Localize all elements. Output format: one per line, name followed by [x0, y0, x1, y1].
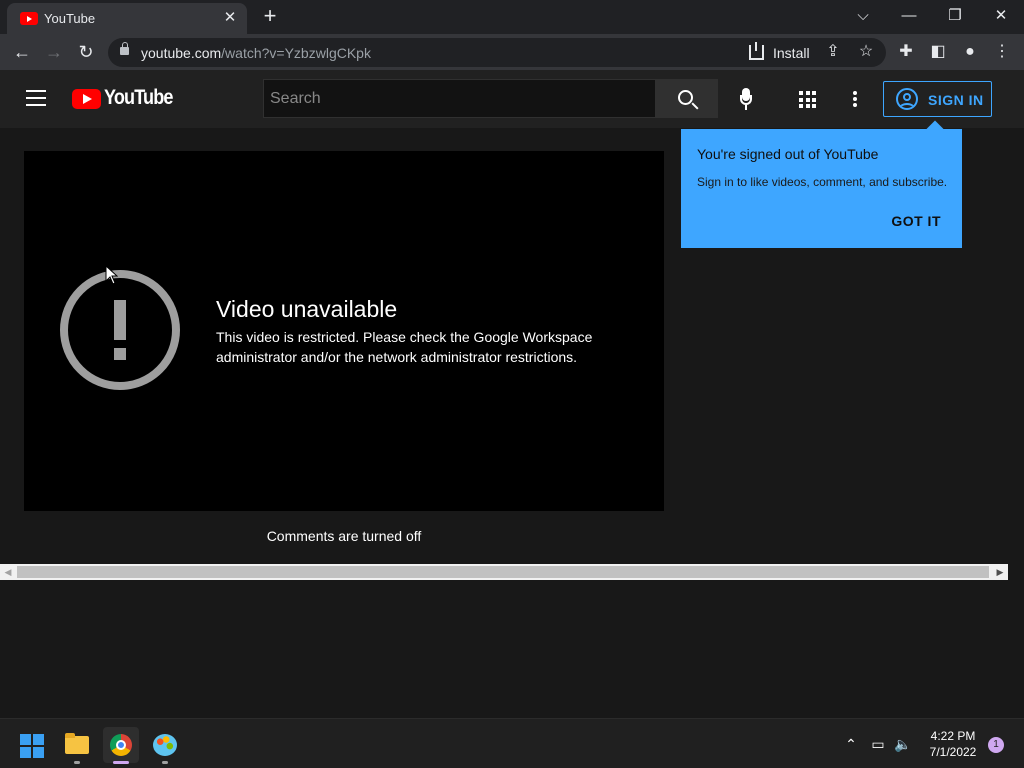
scroll-right-arrow-icon[interactable]: ▶ [992, 564, 1008, 580]
guide-menu-icon[interactable] [26, 90, 46, 106]
scrollbar-thumb[interactable] [17, 566, 989, 578]
reload-icon[interactable]: ↻ [72, 38, 100, 66]
profile-icon[interactable]: ● [958, 40, 982, 64]
youtube-logo-text[interactable]: YouTube [104, 86, 173, 110]
search-field[interactable] [263, 79, 656, 118]
masthead: YouTube SIGN IN [0, 70, 1024, 128]
got-it-button[interactable]: GOT IT [891, 213, 941, 229]
sign-in-label: SIGN IN [928, 92, 984, 108]
lock-icon[interactable] [120, 42, 129, 55]
show-hidden-icons-chevron-icon[interactable]: ⌃ [842, 736, 860, 752]
network-icon[interactable]: ▭ [869, 736, 887, 752]
forward-arrow-icon[interactable]: → [40, 38, 68, 66]
close-window-button[interactable]: ✕ [986, 4, 1016, 28]
search-button[interactable] [655, 79, 718, 118]
back-arrow-icon[interactable]: ← [8, 38, 36, 66]
tab-search-dropdown-icon[interactable]: ⌵ [848, 4, 878, 28]
settings-more-icon[interactable] [853, 91, 857, 107]
exclamation-alert-icon [60, 270, 180, 390]
account-circle-icon [896, 88, 918, 110]
tab-strip: YouTube ✕ + ⌵ — ❐ ✕ [0, 0, 1024, 34]
youtube-logo-icon[interactable] [72, 89, 101, 109]
new-tab-button[interactable]: + [259, 5, 281, 27]
file-explorer-icon[interactable] [59, 727, 95, 764]
error-title: Video unavailable [216, 296, 398, 322]
url-host: youtube.com [141, 45, 222, 61]
youtube-favicon-icon [20, 12, 38, 25]
volume-icon[interactable]: 🔈 [894, 736, 912, 752]
share-icon[interactable]: ⇪ [822, 41, 844, 63]
comments-status: Comments are turned off [266, 528, 422, 544]
side-panel-icon[interactable]: ◧ [926, 40, 950, 64]
paint-icon[interactable] [147, 727, 183, 764]
video-player[interactable]: Video unavailable This video is restrict… [24, 151, 664, 511]
youtube-page: YouTube SIGN IN Video unavailable This v… [0, 70, 1024, 716]
url-path: /watch?v=YzbzwlgCKpk [221, 45, 371, 61]
browser-toolbar: ← → ↻ youtube.com/watch?v=YzbzwlgCKpk In… [0, 34, 1024, 70]
start-icon[interactable] [20, 734, 44, 758]
search-icon [678, 90, 693, 105]
tab-title: YouTube [44, 11, 96, 26]
taskbar: ⌃ ▭ 🔈 4:22 PM 7/1/2022 1 [0, 718, 1024, 768]
clock-time: 4:22 PM [930, 729, 976, 743]
bookmark-star-icon[interactable]: ☆ [855, 41, 877, 63]
error-message: This video is restricted. Please check t… [216, 329, 593, 365]
tab-youtube[interactable]: YouTube ✕ [7, 3, 247, 34]
sign-in-button[interactable]: SIGN IN [883, 81, 992, 117]
signed-out-popup: You're signed out of YouTube Sign in to … [681, 129, 962, 248]
popup-title: You're signed out of YouTube [697, 146, 879, 162]
scroll-left-arrow-icon[interactable]: ◀ [0, 564, 16, 580]
chrome-menu-icon[interactable]: ⋮ [990, 40, 1014, 64]
popup-text: Sign in to like videos, comment, and sub… [697, 175, 948, 189]
horizontal-scrollbar[interactable]: ◀ ▶ [0, 564, 1008, 580]
tab-close-icon[interactable]: ✕ [221, 9, 239, 27]
address-bar[interactable]: youtube.com/watch?v=YzbzwlgCKpk Install … [108, 38, 886, 67]
search-input[interactable] [264, 80, 655, 117]
minimize-button[interactable]: — [894, 4, 924, 28]
url-text[interactable]: youtube.com/watch?v=YzbzwlgCKpk [141, 45, 371, 61]
notification-badge[interactable]: 1 [988, 737, 1004, 753]
clock-date: 7/1/2022 [929, 745, 977, 759]
apps-grid-icon[interactable] [799, 91, 816, 108]
extensions-puzzle-icon[interactable]: ✚ [894, 40, 918, 64]
restore-button[interactable]: ❐ [940, 4, 970, 28]
chrome-icon[interactable] [103, 727, 139, 764]
mouse-cursor-icon [105, 265, 118, 285]
install-icon[interactable] [749, 42, 764, 60]
install-button[interactable]: Install [773, 45, 810, 61]
microphone-icon[interactable] [740, 88, 752, 110]
taskbar-clock[interactable]: 4:22 PM 7/1/2022 [922, 728, 984, 760]
